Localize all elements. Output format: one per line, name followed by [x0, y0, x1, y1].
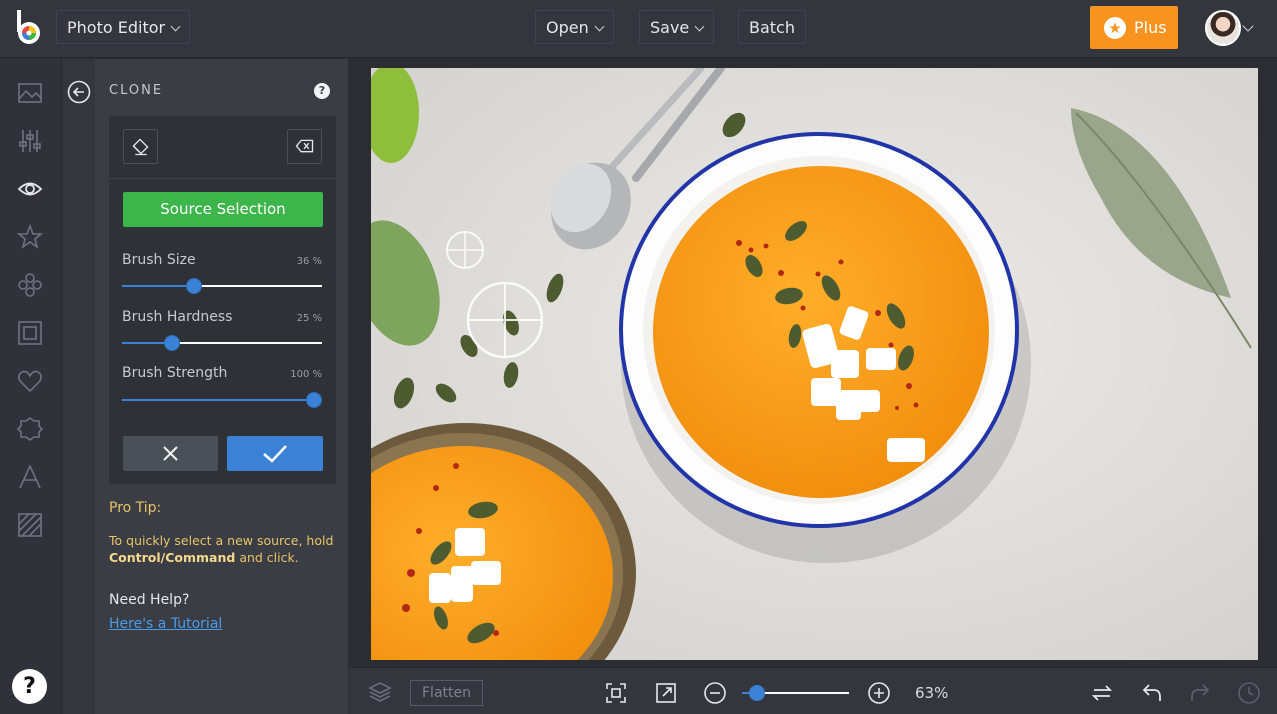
photo-canvas[interactable] — [371, 68, 1258, 660]
brush-size-value: 36 % — [296, 256, 322, 267]
brush-hardness-label: Brush Hardness — [122, 309, 233, 325]
pro-tip-text-end: and click. — [235, 550, 299, 565]
app-menu-label: Photo Editor — [67, 18, 166, 37]
texture-icon[interactable] — [16, 511, 44, 539]
need-help-heading: Need Help? — [109, 592, 190, 608]
help-button[interactable]: ? — [12, 669, 47, 704]
plus-button[interactable]: ★ Plus — [1090, 6, 1178, 49]
clone-controls-card: Source Selection Brush Size 36 % Brush H… — [109, 116, 336, 484]
slider-fill — [122, 285, 194, 287]
batch-label: Batch — [749, 18, 795, 37]
star-icon[interactable] — [16, 223, 44, 251]
zoom-value: 63% — [915, 684, 949, 702]
brush-size-label: Brush Size — [122, 252, 196, 268]
top-bar: Photo Editor Open Save Batch ★ Plus — [0, 0, 1277, 58]
close-icon — [163, 446, 178, 461]
pro-tip-title: Pro Tip: — [109, 500, 162, 516]
history-icon[interactable] — [1237, 681, 1261, 705]
plus-label: Plus — [1134, 18, 1167, 37]
open-dropdown[interactable]: Open — [535, 10, 614, 44]
chevron-down-icon — [594, 21, 605, 32]
checkmark-icon — [263, 445, 287, 463]
open-label: Open — [546, 18, 589, 37]
bottom-bar — [349, 667, 1277, 714]
slider-thumb[interactable] — [306, 392, 322, 408]
source-selection-button[interactable]: Source Selection — [123, 192, 323, 227]
save-label: Save — [650, 18, 690, 37]
eye-icon[interactable] — [16, 175, 44, 203]
divider — [109, 178, 336, 179]
back-arrow-icon[interactable] — [67, 80, 91, 104]
slider-thumb[interactable] — [164, 335, 180, 351]
pro-tip-shortcut: Control/Command — [109, 550, 236, 565]
chevron-down-icon[interactable] — [1242, 20, 1254, 32]
brush-strength-value: 100 % — [290, 369, 322, 380]
slider-fill — [122, 399, 322, 401]
panel-strip — [62, 59, 95, 714]
zoom-out-icon[interactable] — [703, 681, 727, 705]
brush-hardness-slider[interactable] — [122, 335, 322, 351]
expand-icon[interactable] — [654, 681, 678, 705]
clear-button[interactable] — [287, 129, 322, 164]
text-icon[interactable] — [16, 463, 44, 491]
apply-button[interactable] — [227, 436, 323, 471]
chevron-down-icon — [170, 21, 181, 32]
heart-icon[interactable] — [16, 367, 44, 395]
tutorial-link[interactable]: Here's a Tutorial — [109, 616, 222, 632]
undo-icon[interactable] — [1140, 681, 1164, 705]
batch-button[interactable]: Batch — [738, 10, 806, 44]
soup-photo — [371, 68, 1258, 660]
zoom-in-icon[interactable] — [867, 681, 891, 705]
save-dropdown[interactable]: Save — [639, 10, 715, 44]
panel-title: CLONE — [109, 83, 164, 98]
brush-strength-label: Brush Strength — [122, 365, 228, 381]
brush-strength-slider[interactable] — [122, 392, 322, 408]
compare-icon[interactable] — [1090, 681, 1114, 705]
cancel-button[interactable] — [123, 436, 218, 471]
question-icon[interactable]: ? — [314, 83, 330, 99]
zoom-slider[interactable] — [742, 685, 849, 701]
sliders-icon[interactable] — [16, 127, 44, 155]
flatten-button[interactable]: Flatten — [410, 680, 483, 706]
image-icon[interactable] — [16, 79, 44, 107]
chevron-down-icon — [694, 21, 705, 32]
eraser-icon — [132, 138, 149, 156]
pro-tip-text-start: To quickly select a new source, hold — [109, 533, 334, 548]
slider-thumb[interactable] — [186, 278, 202, 294]
fit-screen-icon[interactable] — [604, 681, 628, 705]
badge-icon[interactable] — [16, 415, 44, 443]
avatar[interactable] — [1205, 10, 1241, 46]
eraser-tool-button[interactable] — [123, 129, 158, 164]
backspace-icon — [295, 139, 314, 153]
befunky-logo[interactable] — [14, 8, 44, 48]
effects-icon[interactable] — [16, 271, 44, 299]
tool-rail — [0, 59, 62, 714]
redo-icon[interactable] — [1188, 681, 1212, 705]
star-icon: ★ — [1104, 17, 1126, 39]
brush-size-slider[interactable] — [122, 278, 322, 294]
frame-icon[interactable] — [16, 319, 44, 347]
brush-hardness-value: 25 % — [296, 313, 322, 324]
layers-icon[interactable] — [368, 680, 392, 704]
pro-tip-text: To quickly select a new source, hold Con… — [109, 532, 339, 566]
app-menu-dropdown[interactable]: Photo Editor — [56, 10, 191, 44]
zoom-thumb[interactable] — [749, 685, 765, 701]
